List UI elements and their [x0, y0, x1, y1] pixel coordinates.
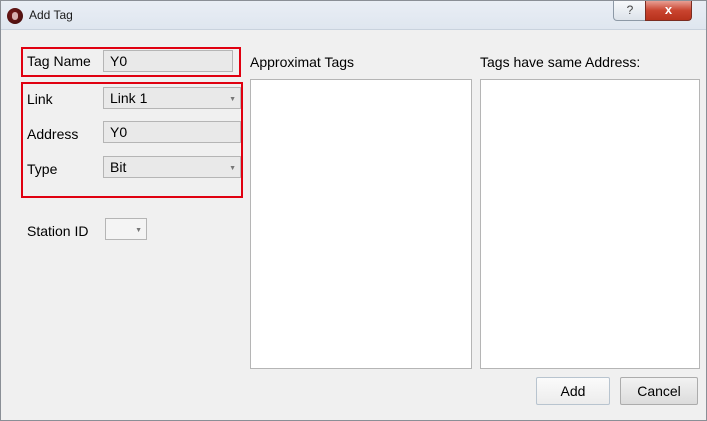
- link-label: Link: [27, 91, 53, 107]
- same-address-tags-label: Tags have same Address:: [480, 54, 641, 70]
- close-button[interactable]: x: [645, 1, 692, 21]
- address-label: Address: [27, 126, 79, 142]
- add-button[interactable]: Add: [536, 377, 610, 405]
- link-select[interactable]: Link 1 ▼: [103, 87, 241, 109]
- window-title: Add Tag: [29, 8, 73, 22]
- tag-name-label: Tag Name: [27, 53, 91, 69]
- dialog-body: Tag Name Y0 Link Link 1 ▼ Address Y0 Typ…: [9, 37, 700, 411]
- chevron-down-icon: ▼: [229, 165, 236, 172]
- title-bar[interactable]: Add Tag ? x: [1, 1, 706, 30]
- type-select[interactable]: Bit ▼: [103, 156, 241, 178]
- help-button[interactable]: ?: [613, 1, 647, 21]
- link-select-value: Link 1: [110, 90, 148, 106]
- add-tag-dialog: Add Tag ? x Tag Name Y0 Link Link 1 ▼ Ad…: [0, 0, 707, 421]
- app-icon: [7, 8, 23, 24]
- address-input[interactable]: Y0: [103, 121, 241, 143]
- type-label: Type: [27, 161, 58, 177]
- chevron-down-icon: ▼: [229, 96, 236, 103]
- same-address-tags-list[interactable]: [480, 79, 700, 369]
- station-id-select[interactable]: ▼: [105, 218, 147, 240]
- approximate-tags-list[interactable]: [250, 79, 472, 369]
- station-id-label: Station ID: [27, 223, 89, 239]
- tag-name-input[interactable]: Y0: [103, 50, 233, 72]
- cancel-button[interactable]: Cancel: [620, 377, 698, 405]
- approximate-tags-label: Approximat Tags: [250, 54, 355, 70]
- chevron-down-icon: ▼: [135, 227, 142, 234]
- type-select-value: Bit: [110, 159, 127, 175]
